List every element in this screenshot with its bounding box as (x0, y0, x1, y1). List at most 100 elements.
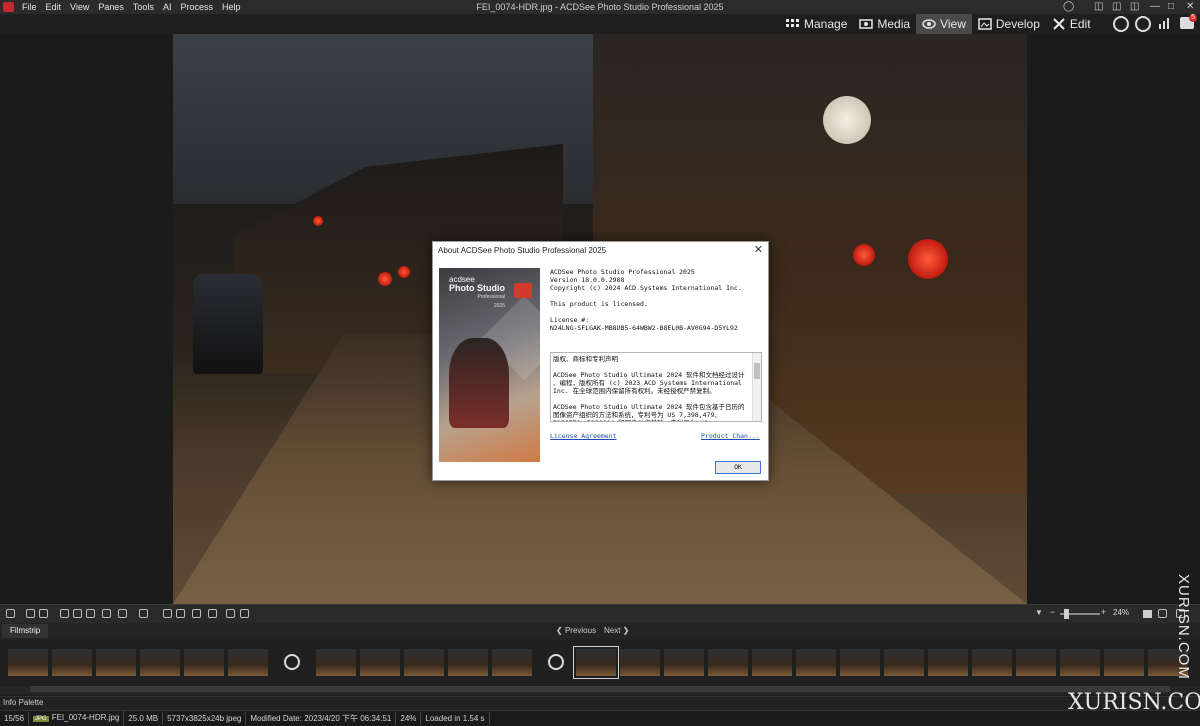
histogram-icon[interactable] (163, 609, 172, 618)
365-icon[interactable] (1135, 16, 1151, 32)
actual-size-icon[interactable] (73, 609, 82, 618)
dialog-close-icon[interactable]: ✕ (754, 244, 763, 256)
info-icon[interactable] (192, 609, 201, 618)
slideshow-icon[interactable] (240, 609, 249, 618)
filmstrip-thumbnail[interactable] (840, 649, 880, 676)
filmstrip-thumbnail[interactable] (492, 649, 532, 676)
filmstrip-thumbnail[interactable] (972, 649, 1012, 676)
zoom-out-icon[interactable]: − (1050, 607, 1055, 617)
account-icon[interactable]: ◯ (1063, 1, 1074, 13)
fullscreen-icon[interactable] (86, 609, 95, 618)
filmstrip-thumbnail[interactable] (448, 649, 488, 676)
legal-scrollbar[interactable] (752, 353, 761, 421)
filmstrip-thumbnail[interactable] (928, 649, 968, 676)
license-agreement-link[interactable]: License Agreement (550, 432, 617, 440)
minimize-icon[interactable]: — (1150, 1, 1160, 13)
filmstrip-thumbnail[interactable] (1060, 649, 1100, 676)
filmstrip-thumbnail[interactable] (52, 649, 92, 676)
acdsee-logo: acdsee Photo Studio Professional 2025 (449, 275, 505, 309)
filmstrip-thumbnail[interactable] (316, 649, 356, 676)
stats-icon[interactable] (1158, 16, 1172, 33)
rotate-right-icon[interactable] (39, 609, 48, 618)
license-number[interactable]: N24LNG-SFLGAK-MB8UB5-64WBW2-B8EL0B-AV0G9… (550, 324, 760, 332)
mode-manage-label: Manage (804, 17, 848, 31)
status-bar: 15/56 JPG FEI_0074-HDR.jpg 25.0 MB 5737x3… (0, 710, 1200, 726)
fit-window-icon[interactable] (1158, 609, 1167, 618)
filmstrip-thumbnail[interactable] (96, 649, 136, 676)
filmstrip-thumbnail[interactable] (1104, 649, 1144, 676)
product-name: ACDSee Photo Studio Professional 2025 (550, 268, 695, 276)
legal-textbox[interactable]: 版权、商标和专利声明 ACDSee Photo Studio Ultimate … (550, 352, 762, 422)
filmstrip-thumbnail-selected[interactable] (573, 646, 619, 679)
zoom-value[interactable]: 24% (1113, 608, 1129, 617)
watermark-vertical: XURISN.COM (1175, 574, 1192, 680)
status-zoom: 24% (396, 712, 422, 725)
filmstrip-thumbnail[interactable] (140, 649, 180, 676)
zoom-dropdown-icon[interactable] (1143, 610, 1152, 618)
legal-line: ACDSee Photo Studio Ultimate 2024 软件和文档经… (553, 371, 745, 379)
settings-gear-icon[interactable] (139, 609, 148, 618)
close-icon[interactable]: ✕ (1186, 1, 1194, 13)
layout-right-icon[interactable]: ◫ (1130, 1, 1139, 13)
panorama-icon (284, 654, 300, 670)
grid-overlay-icon[interactable] (176, 609, 185, 618)
filmstrip-thumbnail[interactable] (884, 649, 924, 676)
mode-media[interactable]: Media (853, 14, 916, 34)
filmstrip-thumbnail[interactable] (8, 649, 48, 676)
watermark-horizontal: XURISN.COM (1068, 690, 1200, 715)
filmstrip-thumbnail[interactable] (752, 649, 792, 676)
filmstrip-thumbnail[interactable] (1016, 649, 1056, 676)
camera-icon (514, 283, 532, 298)
filmstrip-thumbnail[interactable] (620, 649, 660, 676)
mode-bar: Manage Media View Develop Edit (780, 14, 1097, 34)
maximize-icon[interactable]: □ (1168, 1, 1174, 13)
filmstrip-thumbnail[interactable] (184, 649, 224, 676)
filmstrip-thumbnail-panorama[interactable] (536, 649, 576, 676)
next-button[interactable]: Next ❯ (604, 625, 629, 637)
filmstrip-thumbnail[interactable] (796, 649, 836, 676)
mode-view[interactable]: View (916, 14, 972, 34)
legal-line: 、编程，版权所有 (c) 2023 ACD Systems Internatio… (553, 379, 742, 387)
zoom-icon[interactable] (102, 609, 111, 618)
product-copyright: Copyright (c) 2024 ACD Systems Internati… (550, 284, 742, 292)
zoom-in-icon[interactable]: + (1101, 607, 1106, 617)
chevron-down-icon[interactable]: ▼ (1035, 608, 1043, 617)
product-change-link[interactable]: Product Chan... (701, 432, 760, 440)
filmstrip-thumbnail-panorama[interactable] (272, 649, 312, 676)
filmstrip-thumbnail[interactable] (664, 649, 704, 676)
mode-develop[interactable]: Develop (972, 14, 1046, 34)
license-label: License #: (550, 316, 590, 324)
info-palette-label: Info Palette (3, 698, 44, 707)
media-icon (859, 18, 874, 30)
rotate-left-icon[interactable] (26, 609, 35, 618)
info-palette-bar[interactable]: Info Palette (0, 696, 1200, 710)
play-icon[interactable] (226, 609, 235, 618)
mode-edit-label: Edit (1069, 17, 1091, 31)
legal-text: 版权、商标和专利声明 ACDSee Photo Studio Ultimate … (551, 353, 761, 421)
filmstrip-thumbnail[interactable] (360, 649, 400, 676)
mode-media-label: Media (877, 17, 911, 31)
previous-button[interactable]: ❮ Previous (556, 625, 596, 637)
filmstrip-tab[interactable]: Filmstrip (2, 624, 49, 638)
layout-left-icon[interactable]: ◫ (1094, 1, 1103, 13)
filmstrip-thumbnail[interactable] (404, 649, 444, 676)
layout-center-icon[interactable]: ◫ (1112, 1, 1121, 13)
crop-icon[interactable] (118, 609, 127, 618)
filmstrip-thumbnail[interactable] (708, 649, 748, 676)
panorama-icon (548, 654, 564, 670)
fit-icon[interactable] (60, 609, 69, 618)
zoom-slider-handle[interactable] (1064, 609, 1069, 619)
mode-manage[interactable]: Manage (780, 14, 853, 34)
compare-icon[interactable] (208, 609, 217, 618)
ok-button[interactable]: OK (715, 461, 761, 474)
status-file: JPG FEI_0074-HDR.jpg (29, 711, 125, 726)
file-type-badge: JPG (33, 716, 49, 722)
save-icon[interactable] (6, 609, 15, 618)
filmstrip-thumbnail[interactable] (228, 649, 268, 676)
mode-edit[interactable]: Edit (1046, 14, 1097, 34)
edit-tools-icon (1052, 18, 1066, 30)
filmstrip-scroll-thumb[interactable] (30, 686, 1170, 692)
legal-line: ACDSee Photo Studio Ultimate 2024 软件包含基于… (553, 403, 745, 411)
aperture-icon[interactable] (1113, 16, 1129, 32)
notification-icon[interactable]: 5 (1180, 14, 1197, 29)
